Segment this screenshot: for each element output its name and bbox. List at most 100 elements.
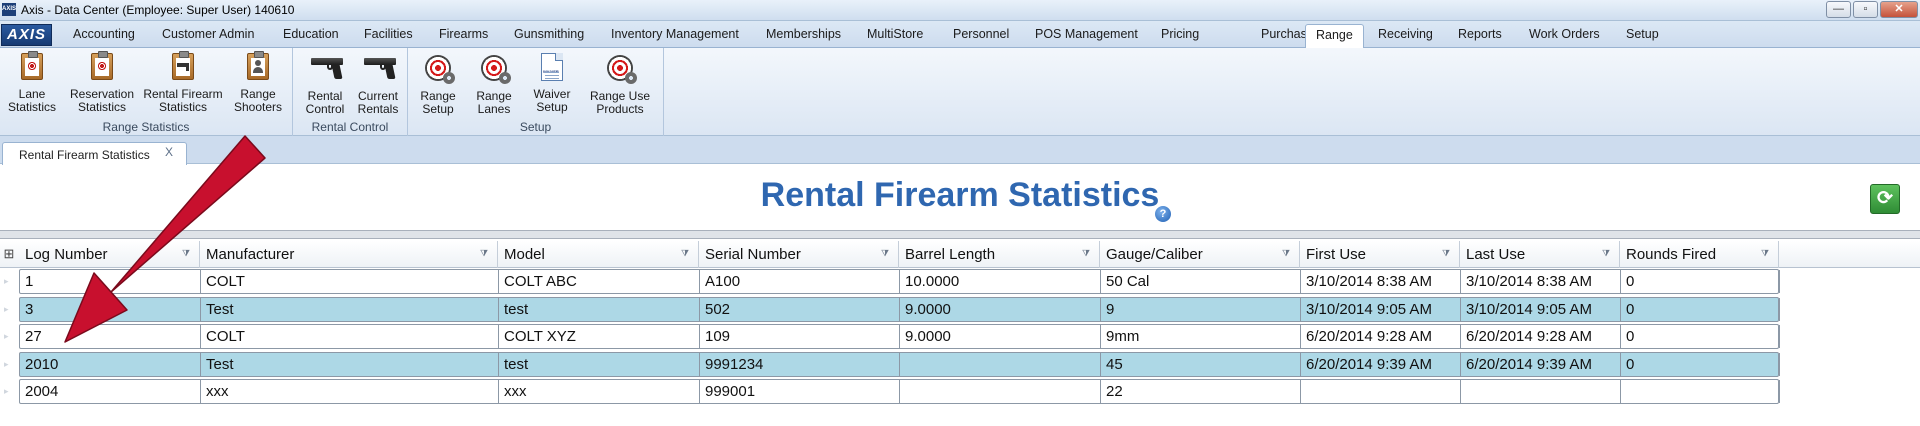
- cell-gauge-caliber[interactable]: 50 Cal: [1101, 270, 1301, 293]
- cell-rounds-fired[interactable]: 0: [1621, 270, 1780, 293]
- column-chooser-icon[interactable]: ⊞: [0, 246, 18, 264]
- waiver-setup-button[interactable]: WAIVER Waiver Setup: [530, 51, 574, 114]
- cell-model[interactable]: COLT ABC: [499, 270, 700, 293]
- filter-icon[interactable]: ⧩: [681, 248, 692, 259]
- filter-icon[interactable]: ⧩: [1082, 248, 1093, 259]
- filter-icon[interactable]: ⧩: [1761, 248, 1772, 259]
- cell-log-number[interactable]: 2010: [20, 352, 201, 376]
- column-header-last-use[interactable]: Last Use ⧩: [1460, 241, 1620, 268]
- lane-statistics-button[interactable]: Lane Statistics: [8, 51, 56, 114]
- menu-firearms[interactable]: Firearms: [439, 27, 488, 41]
- cell-gauge-caliber[interactable]: 9: [1101, 297, 1301, 321]
- row-indicator[interactable]: ▸: [4, 297, 14, 322]
- column-header-barrel-length[interactable]: Barrel Length ⧩: [899, 241, 1100, 268]
- column-header-rounds-fired[interactable]: Rounds Fired ⧩: [1620, 241, 1779, 268]
- column-header-model[interactable]: Model ⧩: [498, 241, 699, 268]
- menu-facilities[interactable]: Facilities: [364, 27, 413, 41]
- cell-manufacturer[interactable]: Test: [201, 297, 499, 321]
- filter-icon[interactable]: ⧩: [182, 248, 193, 259]
- column-header-serial-number[interactable]: Serial Number ⧩: [699, 241, 899, 268]
- column-header-first-use[interactable]: First Use ⧩: [1300, 241, 1460, 268]
- cell-manufacturer[interactable]: COLT: [201, 270, 499, 293]
- cell-last-use[interactable]: 3/10/2014 8:38 AM: [1461, 270, 1621, 293]
- cell-model[interactable]: test: [499, 297, 700, 321]
- rental-firearm-statistics-button[interactable]: Rental Firearm Statistics: [143, 51, 223, 114]
- cell-log-number[interactable]: 3: [20, 297, 201, 321]
- current-rentals-button[interactable]: Current Rentals: [354, 51, 402, 116]
- cell-serial-number[interactable]: 999001: [700, 380, 900, 403]
- range-setup-button[interactable]: Range Setup: [416, 51, 460, 116]
- maximize-button[interactable]: ▫: [1853, 1, 1878, 18]
- cell-gauge-caliber[interactable]: 9mm: [1101, 325, 1301, 348]
- range-use-products-button[interactable]: Range Use Products: [588, 51, 652, 116]
- cell-serial-number[interactable]: A100: [700, 270, 900, 293]
- refresh-button[interactable]: ⟳: [1870, 184, 1900, 214]
- cell-serial-number[interactable]: 9991234: [700, 352, 900, 376]
- cell-barrel-length[interactable]: [900, 352, 1101, 376]
- tab-close-button[interactable]: X: [165, 145, 173, 159]
- cell-manufacturer[interactable]: xxx: [201, 380, 499, 403]
- column-header-manufacturer[interactable]: Manufacturer ⧩: [200, 241, 498, 268]
- cell-barrel-length[interactable]: 9.0000: [900, 325, 1101, 348]
- minimize-button[interactable]: —: [1826, 1, 1851, 18]
- menu-inventory-management[interactable]: Inventory Management: [611, 27, 739, 41]
- cell-log-number[interactable]: 2004: [20, 380, 201, 403]
- table-row[interactable]: 1 COLT COLT ABC A100 10.0000 50 Cal 3/10/2014 …: [19, 269, 1780, 294]
- reservation-statistics-button[interactable]: Reservation Statistics: [68, 51, 136, 114]
- cell-first-use[interactable]: 3/10/2014 8:38 AM: [1301, 270, 1461, 293]
- filter-icon[interactable]: ⧩: [1602, 248, 1613, 259]
- cell-serial-number[interactable]: 109: [700, 325, 900, 348]
- cell-model[interactable]: test: [499, 352, 700, 376]
- splitter-bar[interactable]: [0, 230, 1920, 239]
- cell-manufacturer[interactable]: Test: [201, 352, 499, 376]
- table-row[interactable]: 3 Test test 502 9.0000 9 3/10/2014 9:05 AM 3/10…: [19, 296, 1780, 322]
- cell-barrel-length[interactable]: [900, 380, 1101, 403]
- cell-log-number[interactable]: 1: [20, 270, 201, 293]
- app-menu-button[interactable]: AXIS: [1, 24, 52, 46]
- filter-icon[interactable]: ⧩: [1282, 248, 1293, 259]
- column-header-log-number[interactable]: Log Number ⧩: [19, 241, 200, 268]
- menu-multistore[interactable]: MultiStore: [867, 27, 923, 41]
- menu-pos-management[interactable]: POS Management: [1035, 27, 1138, 41]
- cell-rounds-fired[interactable]: 0: [1621, 325, 1780, 348]
- menu-customer-admin[interactable]: Customer Admin: [162, 27, 254, 41]
- column-header-gauge-caliber[interactable]: Gauge/Caliber ⧩: [1100, 241, 1300, 268]
- menu-setup[interactable]: Setup: [1626, 27, 1659, 41]
- menu-reports[interactable]: Reports: [1458, 27, 1502, 41]
- cell-first-use[interactable]: 3/10/2014 9:05 AM: [1301, 297, 1461, 321]
- menu-work-orders[interactable]: Work Orders: [1529, 27, 1600, 41]
- filter-icon[interactable]: ⧩: [480, 248, 491, 259]
- range-lanes-button[interactable]: Range Lanes: [472, 51, 516, 116]
- cell-model[interactable]: COLT XYZ: [499, 325, 700, 348]
- cell-rounds-fired[interactable]: [1621, 380, 1780, 403]
- cell-model[interactable]: xxx: [499, 380, 700, 403]
- menu-pricing[interactable]: Pricing: [1161, 27, 1199, 41]
- row-indicator[interactable]: ▸: [4, 352, 14, 377]
- cell-first-use[interactable]: 6/20/2014 9:28 AM: [1301, 325, 1461, 348]
- rental-control-button[interactable]: Rental Control: [301, 51, 349, 116]
- tab-rental-firearm-statistics[interactable]: Rental Firearm Statistics X: [2, 142, 187, 165]
- menu-accounting[interactable]: Accounting: [73, 27, 135, 41]
- cell-last-use[interactable]: 6/20/2014 9:39 AM: [1461, 352, 1621, 376]
- cell-manufacturer[interactable]: COLT: [201, 325, 499, 348]
- row-indicator[interactable]: ▸: [4, 379, 14, 404]
- menu-personnel[interactable]: Personnel: [953, 27, 1009, 41]
- menu-range[interactable]: Range: [1305, 24, 1364, 49]
- row-indicator[interactable]: ▸: [4, 269, 14, 294]
- table-row[interactable]: 2010 Test test 9991234 45 6/20/2014 9:39 AM 6/…: [19, 351, 1780, 377]
- filter-icon[interactable]: ⧩: [881, 248, 892, 259]
- table-row[interactable]: 27 COLT COLT XYZ 109 9.0000 9mm 6/20/2014 9:28…: [19, 324, 1780, 349]
- close-button[interactable]: ✕: [1880, 1, 1918, 18]
- menu-education[interactable]: Education: [283, 27, 339, 41]
- cell-first-use[interactable]: 6/20/2014 9:39 AM: [1301, 352, 1461, 376]
- help-icon[interactable]: ?: [1155, 206, 1171, 222]
- cell-rounds-fired[interactable]: 0: [1621, 352, 1780, 376]
- cell-barrel-length[interactable]: 9.0000: [900, 297, 1101, 321]
- cell-log-number[interactable]: 27: [20, 325, 201, 348]
- menu-gunsmithing[interactable]: Gunsmithing: [514, 27, 584, 41]
- cell-first-use[interactable]: [1301, 380, 1461, 403]
- cell-serial-number[interactable]: 502: [700, 297, 900, 321]
- menu-memberships[interactable]: Memberships: [766, 27, 841, 41]
- table-row[interactable]: 2004 xxx xxx 999001 22: [19, 379, 1780, 404]
- cell-gauge-caliber[interactable]: 22: [1101, 380, 1301, 403]
